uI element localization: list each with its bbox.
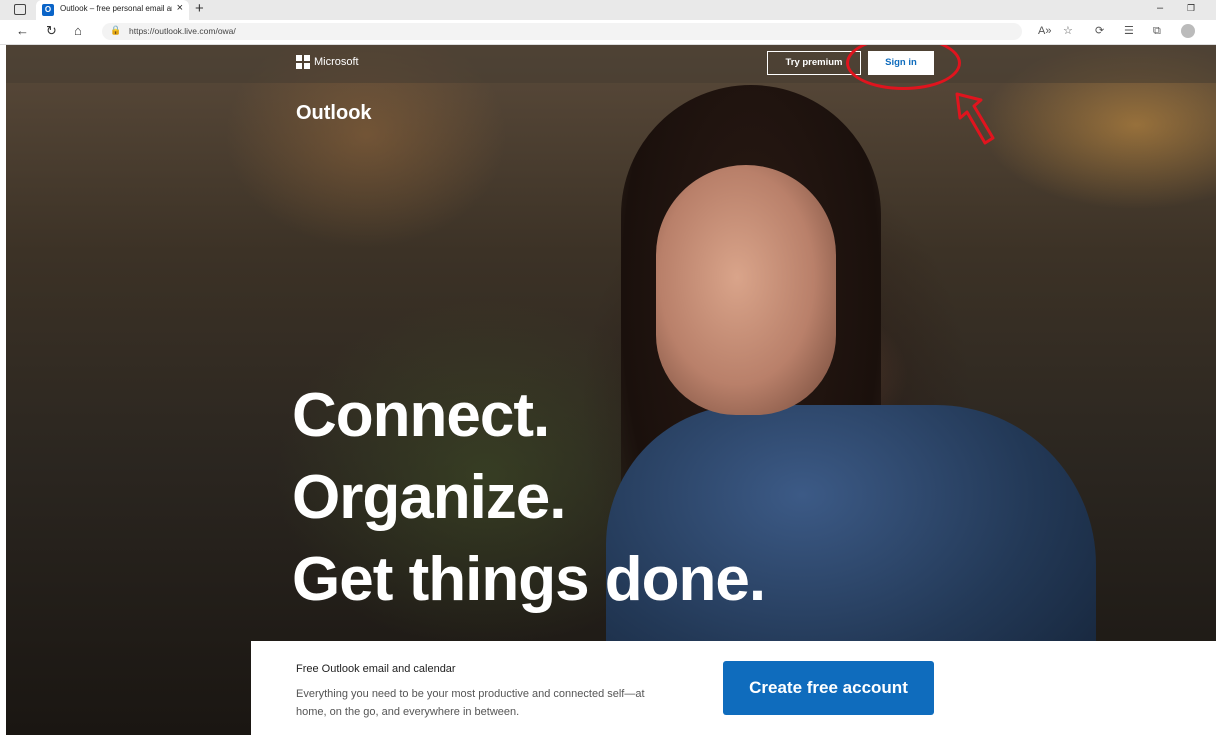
home-icon[interactable]: ⌂ xyxy=(74,23,82,39)
url-bar[interactable]: 🔒 https://outlook.live.com/owa/ xyxy=(102,23,1022,40)
tab-title: Outlook – free personal email an xyxy=(60,4,172,13)
tab-actions-icon[interactable] xyxy=(14,4,26,15)
hero-line-3: Get things done. xyxy=(292,545,766,614)
promo-description: Everything you need to be your most prod… xyxy=(296,688,645,718)
annotation-circle xyxy=(846,45,961,90)
lock-icon: 🔒 xyxy=(110,25,122,35)
microsoft-logo-icon[interactable] xyxy=(296,55,310,69)
url-text: https://outlook.live.com/owa/ xyxy=(129,26,236,36)
promo-card: Free Outlook email and calendar Everythi… xyxy=(251,641,1216,735)
refresh-icon[interactable]: ↻ xyxy=(46,23,57,39)
outlook-favicon-icon: O xyxy=(42,4,54,16)
new-tab-icon[interactable]: + xyxy=(195,0,204,18)
browser-tab-bar: O Outlook – free personal email an × + –… xyxy=(0,0,1216,20)
collections-icon[interactable]: ⧉ xyxy=(1153,24,1161,38)
browser-tab[interactable]: O Outlook – free personal email an × xyxy=(36,0,189,20)
close-icon[interactable]: × xyxy=(177,2,183,14)
minimize-icon[interactable]: – xyxy=(1157,2,1163,14)
promo-title: Free Outlook email and calendar xyxy=(296,663,456,675)
profile-icon[interactable] xyxy=(1181,24,1195,38)
outlook-landing-page: Microsoft Try premium Sign in Outlook Co… xyxy=(6,45,1216,735)
favorite-icon[interactable]: ☆ xyxy=(1063,24,1073,38)
restore-icon[interactable]: ❐ xyxy=(1187,3,1195,14)
annotation-arrow-icon xyxy=(955,92,995,145)
site-header: Microsoft Try premium Sign in xyxy=(6,45,1216,83)
back-icon[interactable]: ← xyxy=(16,23,29,39)
extensions-icon[interactable]: ⟳ xyxy=(1095,24,1104,38)
hero-headline: Connect. Organize. Get things done. xyxy=(292,375,766,621)
address-bar-row: ← ↻ ⌂ 🔒 https://outlook.live.com/owa/ A»… xyxy=(0,20,1216,45)
hero-line-1: Connect. xyxy=(292,381,550,450)
read-aloud-icon[interactable]: A» xyxy=(1038,24,1051,38)
product-name: Outlook xyxy=(296,102,372,124)
favorites-icon[interactable]: ☰ xyxy=(1124,24,1134,38)
create-free-account-button[interactable]: Create free account xyxy=(723,661,934,715)
microsoft-brand[interactable]: Microsoft xyxy=(314,56,359,68)
hero-line-2: Organize. xyxy=(292,463,567,532)
